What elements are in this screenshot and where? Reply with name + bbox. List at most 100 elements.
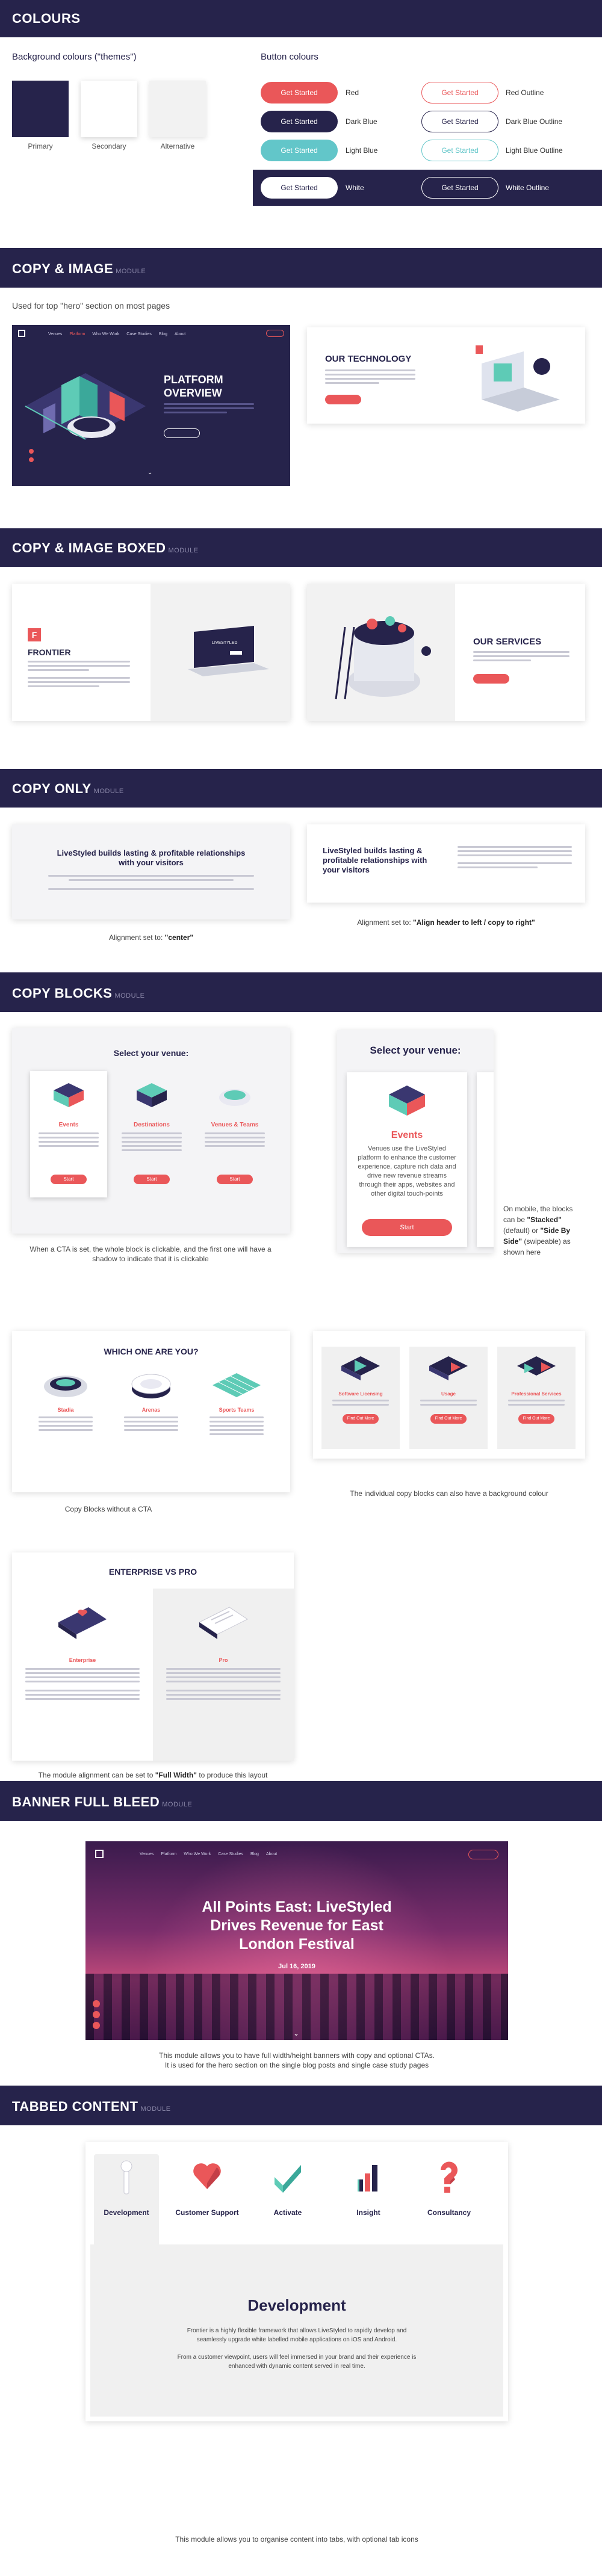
hero-preview: Venues Platform Who We Work Case Studies… [12,325,290,486]
venue-body [39,1132,99,1149]
tab-activate[interactable]: Activate [255,2154,320,2220]
nav-item[interactable]: About [175,332,185,336]
venue-description: Venues use the LiveStyled platform to en… [358,1145,456,1197]
copy-blocks-cta-caption: When a CTA is set, the whole block is cl… [29,1245,272,1263]
light-blue-button[interactable]: Get Started [261,140,338,161]
button-label: Red Outline [506,88,544,97]
find-out-more-button[interactable]: Find Out More [518,1414,554,1424]
nav-item[interactable]: About [266,1852,277,1856]
white-button[interactable]: Get Started [261,177,338,199]
tech-cta-button[interactable] [325,395,361,404]
tab-consultancy[interactable]: Consultancy [417,2154,482,2220]
nav-item[interactable]: Case Studies [218,1852,243,1856]
bg-copy-block[interactable]: Professional Services Find Out More [497,1347,576,1449]
banner-title-line: London Festival [239,1936,355,1953]
venue-start-button[interactable]: Start [217,1175,253,1184]
logo-icon [18,330,25,337]
banner-preview: Venues Platform Who We Work Case Studies… [85,1841,508,2040]
copy-image-caption: Used for top "hero" section on most page… [12,301,170,310]
venue-start-button[interactable]: Start [51,1175,87,1184]
which-item-body [39,1416,93,1433]
white-outline-button[interactable]: Get Started [421,177,498,199]
caption-value: "Full Width" [155,1771,197,1779]
nav-item[interactable]: Who We Work [184,1852,211,1856]
nav-item[interactable]: Who We Work [92,332,119,336]
copy-only-body [48,875,254,892]
copy-only-left-preview: LiveStyled builds lasting & profitable r… [307,824,585,903]
red-outline-button[interactable]: Get Started [421,82,498,103]
services-title: OUR SERVICES [473,637,542,647]
background-colours-title: Background colours ("themes") [12,52,137,62]
social-icon[interactable] [93,2011,100,2018]
caption-text: Alignment set to: [357,918,413,927]
button-colours-title: Button colours [261,52,318,62]
nav-item[interactable]: Blog [250,1852,259,1856]
light-blue-outline-button[interactable]: Get Started [421,140,498,161]
swatch-label: Primary [28,142,53,150]
tab-customer-support[interactable]: Customer Support [175,2154,240,2220]
hero-cta-button[interactable] [164,428,200,438]
mobile-venue-block[interactable]: Events Venues use the LiveStyled platfor… [347,1072,467,1247]
services-cta-button[interactable] [473,674,509,684]
laptop-screen-text: LIVESTYLED [212,641,237,645]
tab-label: Customer Support [175,2208,239,2217]
nav-item[interactable]: Platform [161,1852,176,1856]
mobile-venue-block-next[interactable] [477,1072,494,1247]
venue-block[interactable]: Venues & Teams Start [196,1071,273,1197]
tab-paragraph: From a customer viewpoint, users will fe… [177,2354,417,2370]
section-title: COPY & IMAGE MODULE [12,261,146,277]
bar-chart-icon [358,2165,377,2191]
bg-copy-block[interactable]: Software Licensing Find Out More [321,1347,400,1449]
contact-button[interactable] [468,1850,498,1859]
which-item-body [209,1416,264,1438]
social-icon[interactable] [93,2000,100,2007]
dark-blue-outline-button[interactable]: Get Started [421,111,498,132]
dark-blue-button[interactable]: Get Started [261,111,338,132]
copy-only-center-preview: LiveStyled builds lasting & profitable r… [12,824,290,919]
red-button[interactable]: Get Started [261,82,338,103]
nav-item[interactable]: Venues [48,332,62,336]
venue-title: Select your venue: [113,1048,189,1058]
tab-label: Activate [273,2208,302,2217]
venue-start-button[interactable]: Start [134,1175,170,1184]
find-out-more-button[interactable]: Find Out More [430,1414,467,1424]
hero-title: PLATFORM OVERVIEW [164,373,223,400]
tabbed-content-preview: Development Customer Support Activate In… [85,2142,508,2421]
tab-insight[interactable]: Insight [336,2154,401,2220]
bg-copy-block[interactable]: Usage Find Out More [409,1347,488,1449]
which-item-name: Stadia [57,1407,74,1413]
section-title: COPY BLOCKS MODULE [12,986,145,1001]
section-title-text: BANNER FULL BLEED [12,1794,160,1809]
swatch-alternative [149,81,206,137]
nav-item[interactable]: Blog [159,332,167,336]
venue-destinations-icon [137,1083,167,1107]
venue-block[interactable]: Events Start [30,1071,107,1197]
social-icon[interactable] [93,2022,100,2029]
tab-label: Development [104,2208,149,2217]
venue-block[interactable]: Destinations Start [113,1071,190,1197]
nav-item[interactable]: Venues [140,1852,154,1856]
tab-label: Consultancy [427,2208,471,2217]
mobile-copy-blocks-preview: Select your venue: Events Venues use the… [337,1030,494,1253]
section-title-text: TABBED CONTENT [12,2099,138,2114]
tab-development[interactable]: Development [94,2154,159,2244]
which-item-name: Arenas [141,1407,161,1413]
nav-item[interactable]: Case Studies [126,332,152,336]
module-tag: MODULE [114,992,145,999]
section-title-text: COPY & IMAGE BOXED [12,540,166,555]
banner-title-line: Drives Revenue for East [210,1917,383,1934]
chevron-down-icon[interactable]: ⌄ [293,2029,299,2037]
venue-name: Events [58,1122,79,1128]
tech-title: OUR TECHNOLOGY [325,354,412,364]
ent-item-name: Enterprise [69,1657,96,1663]
copy-only-caption-center: Alignment set to: "center" [12,933,290,942]
venue-start-button[interactable]: Start [362,1219,452,1236]
contact-button[interactable] [266,330,284,337]
which-item-name: Sports Teams [219,1407,255,1413]
find-out-more-button[interactable]: Find Out More [343,1414,379,1424]
isometric-city-illustration [25,373,146,462]
tabbed-caption: This module allows you to organise conte… [175,2535,418,2544]
swatch-label: Secondary [92,142,126,150]
copy-only-caption-left: Alignment set to: "Align header to left … [307,918,585,927]
nav-item[interactable]: Platform [69,332,85,336]
